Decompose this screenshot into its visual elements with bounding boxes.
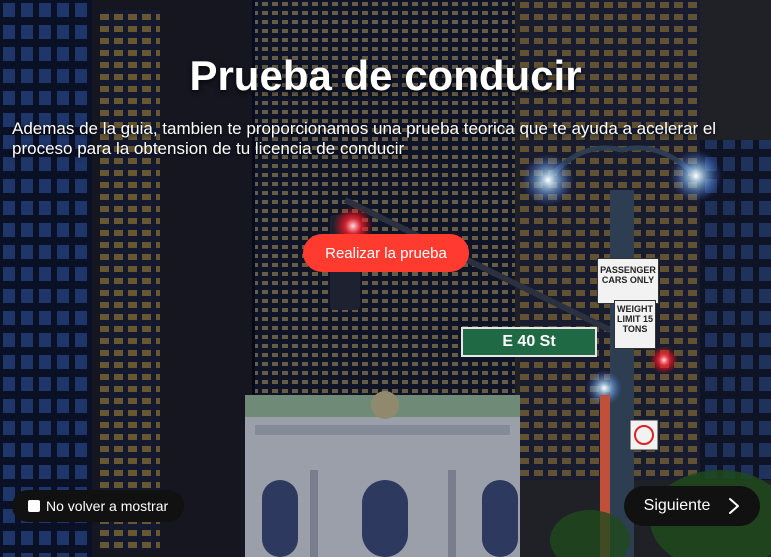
checkbox-icon[interactable] [28,500,40,512]
chevron-right-icon [729,498,740,514]
next-button[interactable]: Siguiente [624,486,760,526]
take-test-button[interactable]: Realizar la prueba [303,234,469,272]
page-title: Prueba de conducir [189,52,582,99]
page-description: Ademas de la guia, tambien te proporcion… [12,119,717,158]
next-label: Siguiente [643,497,711,514]
weight-limit-sign: WEIGHT LIMIT 15 TONS [614,300,656,349]
dont-show-again-label: No volver a mostrar [46,498,169,514]
dont-show-again-checkbox[interactable]: No volver a mostrar [12,490,185,522]
onboarding-screen: E 40 St PASSENGER CARS ONLY WEIGHT LIMIT… [0,0,771,557]
street-sign: E 40 St [461,327,597,357]
passenger-cars-sign: PASSENGER CARS ONLY [597,258,659,304]
